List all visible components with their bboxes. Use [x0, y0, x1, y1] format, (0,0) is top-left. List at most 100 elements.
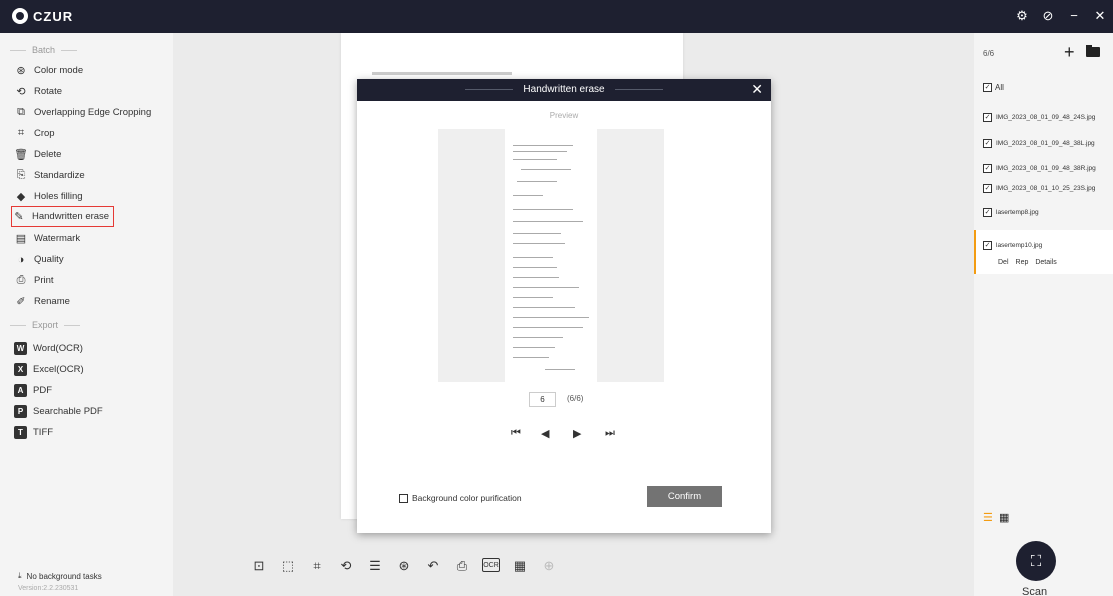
help-icon[interactable]: ⊘ — [1041, 9, 1055, 23]
export-title-text: Export — [32, 320, 59, 330]
file-item[interactable]: ✓ IMG_2023_08_01_09_48_24S.jpg — [983, 113, 1095, 122]
color-mode-icon: ⊛ — [16, 65, 26, 77]
confirm-button[interactable]: Confirm — [647, 486, 722, 507]
app-logo: CZUR — [12, 8, 73, 24]
export-word[interactable]: W Word(OCR) — [14, 339, 83, 358]
select-icon[interactable]: ⬚ — [279, 558, 297, 574]
file-name: IMG_2023_08_01_10_25_23S.jpg — [996, 185, 1096, 192]
replace-file-link[interactable]: Rep — [1016, 259, 1029, 266]
menu-watermark[interactable]: ▤ Watermark — [14, 229, 80, 248]
background-purification-checkbox[interactable] — [399, 493, 408, 503]
file-item[interactable]: ✓ IMG_2023_08_01_10_25_23S.jpg — [983, 184, 1095, 193]
adjust-icon[interactable]: ⊡ — [250, 558, 268, 574]
export-tiff[interactable]: T TIFF — [14, 423, 53, 442]
background-tasks-status[interactable]: ⤓ No background tasks — [18, 571, 102, 581]
preview-label: Preview — [549, 111, 579, 120]
menu-label: Watermark — [34, 233, 81, 244]
rename-icon: ✐ — [16, 296, 26, 308]
scan-icon: ⛶ — [1030, 552, 1042, 570]
menu-rotate[interactable]: ⟲ Rotate — [14, 82, 62, 101]
word-icon: W — [14, 342, 27, 355]
export-label: TIFF — [33, 427, 54, 438]
scan-label: Scan — [1022, 586, 1048, 596]
preview-document — [505, 129, 597, 382]
selected-file-item[interactable] — [974, 230, 1113, 274]
settings-icon[interactable]: ⚙ — [1015, 9, 1029, 23]
list-view-icon[interactable]: ☰ — [983, 511, 993, 524]
export-excel[interactable]: X Excel(OCR) — [14, 360, 84, 379]
file-checkbox[interactable]: ✓ — [983, 208, 992, 217]
last-page-icon[interactable]: ⏭ — [605, 427, 615, 440]
file-name: IMG_2023_08_01_09_48_38L.jpg — [996, 140, 1095, 147]
crop-tool-icon[interactable]: ⌗ — [308, 558, 326, 574]
undo-icon[interactable]: ↶ — [424, 558, 442, 574]
file-item[interactable]: ✓ IMG_2023_08_01_09_48_38L.jpg — [983, 139, 1095, 148]
export-label: Word(OCR) — [33, 343, 83, 354]
window-controls: ⚙ ⊘ − ✕ — [1015, 9, 1107, 23]
export-label: Searchable PDF — [33, 406, 103, 417]
ocr-icon[interactable]: OCR — [482, 558, 500, 572]
czur-logo-icon — [12, 8, 28, 24]
menu-color-mode[interactable]: ⊛ Color mode — [14, 61, 83, 80]
menu-quality[interactable]: ◑ Quality — [14, 250, 64, 269]
delete-file-link[interactable]: Del — [998, 259, 1009, 266]
handwritten-erase-dialog: Handwritten erase ✕ Preview 6 (6/6) ⏮ ◀ … — [357, 79, 771, 533]
file-actions: Del Rep Details — [998, 259, 1057, 266]
background-purification-label: Background color purification — [412, 493, 522, 503]
rotate-tool-icon[interactable]: ⟲ — [337, 558, 355, 574]
background-purification-option[interactable]: Background color purification — [399, 493, 522, 503]
scan-button[interactable]: ⛶ — [1016, 541, 1056, 581]
menu-label: Holes filling — [34, 191, 83, 202]
file-checkbox[interactable]: ✓ — [983, 184, 992, 193]
dialog-header: Handwritten erase ✕ — [357, 79, 771, 101]
standardize-icon: ⎘ — [16, 169, 26, 181]
grid-view-icon[interactable]: ▦ — [999, 511, 1009, 524]
page-number-input[interactable]: 6 — [529, 392, 556, 407]
menu-handwritten-erase[interactable]: ✎ Handwritten erase — [10, 206, 115, 227]
dialog-title-text: Handwritten erase — [523, 84, 605, 95]
dialog-title: Handwritten erase — [357, 84, 771, 95]
download-icon: ⤓ — [18, 571, 22, 580]
menu-delete[interactable]: 🗑 Delete — [14, 145, 61, 164]
prev-page-icon[interactable]: ◀ — [541, 427, 549, 440]
menu-crop[interactable]: ⌗ Crop — [14, 124, 55, 143]
menu-label: Color mode — [34, 65, 84, 76]
first-page-icon[interactable]: ⏮ — [511, 427, 521, 440]
crop-icon: ⌗ — [17, 127, 25, 139]
export-pdf[interactable]: A PDF — [14, 381, 52, 400]
dialog-close-icon[interactable]: ✕ — [751, 82, 763, 96]
menu-rename[interactable]: ✐ Rename — [14, 292, 70, 311]
app-title: CZUR — [33, 8, 74, 24]
document-text-line — [372, 72, 512, 75]
minimize-icon[interactable]: − — [1067, 9, 1081, 23]
color-tool-icon[interactable]: ⊛ — [395, 558, 413, 574]
close-window-icon[interactable]: ✕ — [1093, 9, 1107, 23]
select-all[interactable]: ✓ All — [983, 83, 1004, 92]
file-checkbox[interactable]: ✓ — [983, 113, 992, 122]
select-all-checkbox[interactable]: ✓ — [983, 83, 992, 92]
menu-print[interactable]: ⎙ Print — [14, 271, 54, 290]
add-icon[interactable]: + — [1064, 43, 1075, 61]
file-item-selected[interactable]: ✓ lasertemp10.jpg — [983, 241, 1042, 250]
file-checkbox[interactable]: ✓ — [983, 139, 992, 148]
file-item[interactable]: ✓ IMG_2023_08_01_09_48_38R.jpg — [983, 164, 1096, 173]
preview-area — [438, 129, 664, 382]
qr-icon[interactable]: ▦ — [511, 558, 529, 574]
export-searchable-pdf[interactable]: P Searchable PDF — [14, 402, 103, 421]
list-tool-icon[interactable]: ☰ — [366, 558, 384, 574]
file-details-link[interactable]: Details — [1035, 259, 1056, 266]
menu-standardize[interactable]: ⎘ Standardize — [14, 166, 85, 185]
bg-tasks-label: No background tasks — [26, 571, 102, 581]
menu-label: Handwritten erase — [32, 211, 110, 222]
print-tool-icon[interactable]: ⎙ — [453, 558, 471, 574]
tiff-icon: T — [14, 426, 27, 439]
menu-label: Standardize — [34, 170, 85, 181]
menu-holes-filling[interactable]: ◆ Holes filling — [14, 187, 83, 206]
file-checkbox[interactable]: ✓ — [983, 241, 992, 250]
file-item[interactable]: ✓ lasertemp8.jpg — [983, 208, 1039, 217]
file-checkbox[interactable]: ✓ — [983, 164, 992, 173]
folder-icon[interactable] — [1086, 45, 1100, 57]
next-page-icon[interactable]: ▶ — [573, 427, 581, 440]
file-panel: 6/6 + ✓ All ✓ IMG_2023_08_01_09_48_24S.jp… — [974, 33, 1113, 596]
menu-overlapping-edge-cropping[interactable]: ⧉ Overlapping Edge Cropping — [14, 103, 151, 122]
